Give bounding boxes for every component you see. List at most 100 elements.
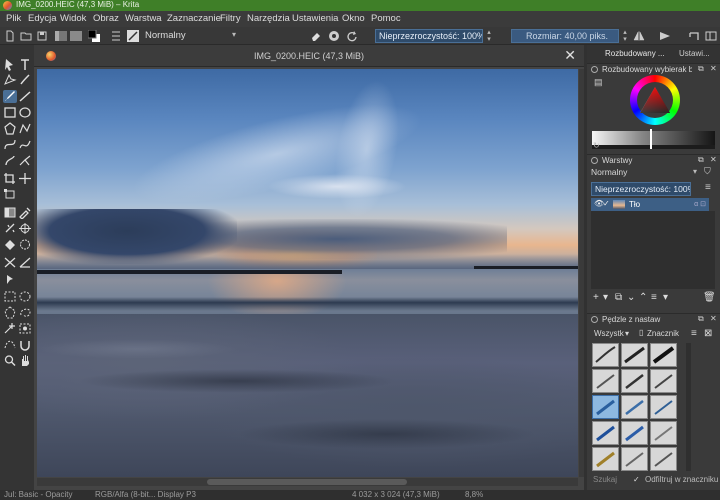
float-panel-icon[interactable]: ⧉ (698, 64, 704, 74)
brush-preset[interactable] (592, 343, 619, 367)
move-layer-down-icon[interactable]: ⌄ (627, 292, 635, 303)
edit-shapes-tool-icon[interactable] (3, 73, 17, 86)
check-icon[interactable]: ✓ (603, 199, 610, 208)
brush-preset[interactable] (650, 421, 677, 445)
ellipse-tool-icon[interactable] (18, 106, 32, 119)
menu-filtry[interactable]: Filtry (220, 13, 241, 25)
brush-options-icon[interactable]: ⊠ (704, 328, 712, 339)
multibrush-tool-icon[interactable] (18, 154, 32, 167)
brush-settings-icon[interactable] (110, 30, 122, 42)
brush-preset[interactable] (650, 369, 677, 393)
crop-tool-icon[interactable] (3, 172, 17, 185)
assistant-tool-icon[interactable] (18, 222, 32, 235)
duplicate-layer-icon[interactable]: ⧉ (615, 292, 622, 303)
move-layer-up-icon[interactable]: ⌃ (639, 292, 647, 303)
contiguous-select-tool-icon[interactable] (3, 322, 17, 335)
blend-mode-select[interactable]: Normalny (145, 30, 186, 41)
layers-blend-select[interactable]: Normalny (591, 167, 701, 177)
brush-preset-selected[interactable] (592, 395, 619, 419)
magnetic-select-tool-icon[interactable] (18, 338, 32, 351)
brush-tag-button[interactable]: Znacznik (647, 329, 679, 338)
brush-preset[interactable] (592, 369, 619, 393)
similar-select-tool-icon[interactable] (18, 322, 32, 335)
brush-list-scrollbar[interactable] (686, 343, 691, 471)
canvas-image[interactable] (37, 69, 578, 477)
reference-images-tool-icon[interactable] (3, 256, 17, 269)
enclose-fill-tool-icon[interactable] (18, 238, 32, 251)
move-tool-icon[interactable] (18, 172, 32, 185)
polygon-tool-icon[interactable] (3, 122, 17, 135)
vertical-scrollbar[interactable] (579, 69, 584, 477)
shade-selector[interactable] (592, 131, 715, 145)
opacity-slider[interactable]: Nieprzezroczystość: 100% (375, 29, 483, 43)
zoom-pan-tool-icon[interactable] (3, 272, 17, 285)
freehand-brush-tool-icon[interactable] (3, 90, 17, 103)
smart-patch-tool-icon[interactable] (3, 222, 17, 235)
open-document-icon[interactable] (20, 30, 32, 42)
close-panel-icon[interactable]: ✕ (710, 314, 717, 323)
wrap-around-icon[interactable] (688, 30, 700, 42)
lock-icon[interactable]: α ⊡ (694, 200, 706, 208)
menu-widok[interactable]: Widok (60, 13, 86, 25)
polygon-select-tool-icon[interactable] (3, 306, 17, 319)
layers-list[interactable] (591, 211, 715, 289)
brush-preset[interactable] (650, 395, 677, 419)
mirror-horizontal-icon[interactable] (633, 30, 645, 42)
add-layer-icon[interactable]: + (593, 292, 599, 303)
dynamic-brush-tool-icon[interactable] (3, 154, 17, 167)
close-icon[interactable]: ✕ (564, 48, 576, 62)
filter-tag-checkbox[interactable]: ✓ (633, 475, 640, 484)
menu-ustawienia[interactable]: Ustawienia (292, 13, 338, 25)
mirror-vertical-icon[interactable] (659, 30, 671, 42)
menu-obraz[interactable]: Obraz (93, 13, 119, 25)
brush-filter-select[interactable]: Wszystk (594, 329, 624, 338)
close-panel-icon[interactable]: ✕ (710, 155, 717, 164)
tag-icon[interactable]: ▯ (639, 328, 643, 337)
brush-preset[interactable] (621, 395, 648, 419)
view-mode-icon[interactable]: ≡ (691, 328, 697, 339)
brush-preset[interactable] (650, 447, 677, 471)
gradient-icon[interactable] (55, 30, 67, 42)
fg-bg-color-icon[interactable] (88, 30, 100, 42)
float-panel-icon[interactable]: ⧉ (698, 155, 704, 165)
float-panel-icon[interactable]: ⧉ (698, 314, 704, 324)
text-tool-icon[interactable] (18, 58, 32, 71)
brush-preset[interactable] (592, 447, 619, 471)
eraser-mode-icon[interactable] (310, 30, 322, 42)
transform-tool-icon[interactable] (3, 188, 17, 201)
polyline-tool-icon[interactable] (18, 122, 32, 135)
brush-preset[interactable] (621, 447, 648, 471)
menu-okno[interactable]: Okno (342, 13, 365, 25)
scrollbar-thumb[interactable] (207, 479, 407, 485)
reload-preset-icon[interactable] (346, 30, 358, 42)
brush-size-slider[interactable]: Rozmiar: 40,00 piks. (511, 29, 619, 43)
bezier-select-tool-icon[interactable] (3, 338, 17, 351)
gradient-tool-icon[interactable] (3, 206, 17, 219)
pattern-icon[interactable] (70, 30, 82, 42)
freehand-path-tool-icon[interactable] (18, 138, 32, 151)
freehand-select-tool-icon[interactable] (18, 306, 32, 319)
workspace-icon[interactable] (705, 30, 717, 42)
document-tab[interactable]: IMG_0200.HEIC (47,3 MiB) ✕ (34, 45, 584, 67)
brush-preset[interactable] (621, 421, 648, 445)
menu-pomoc[interactable]: Pomoc (371, 13, 401, 25)
calligraphy-tool-icon[interactable] (18, 73, 32, 86)
menu-narzedzia[interactable]: Narzędzia (247, 13, 290, 25)
filter-icon[interactable]: ⛉ (704, 166, 711, 177)
ellipse-select-tool-icon[interactable] (18, 290, 32, 303)
brush-preset[interactable] (621, 369, 648, 393)
opacity-spinner[interactable]: ▴ ▾ (485, 29, 493, 43)
brush-preset-icon[interactable] (127, 30, 139, 42)
chevron-down-icon[interactable]: ▾ (663, 292, 668, 303)
menu-zaznaczanie[interactable]: Zaznaczanie (167, 13, 221, 25)
color-history-icon[interactable]: ↻ (593, 141, 600, 150)
brush-preset[interactable] (650, 343, 677, 367)
brush-preset[interactable] (621, 343, 648, 367)
brush-preset[interactable] (592, 421, 619, 445)
chevron-down-icon[interactable]: ▾ (603, 292, 608, 303)
chevron-down-icon[interactable]: ▾ (693, 167, 697, 176)
measure-tool-icon[interactable] (18, 256, 32, 269)
menu-warstwa[interactable]: Warstwa (125, 13, 162, 25)
tab-advanced-color-selector[interactable]: Rozbudowany ... (605, 49, 665, 58)
menu-edycja[interactable]: Edycja (28, 13, 57, 25)
